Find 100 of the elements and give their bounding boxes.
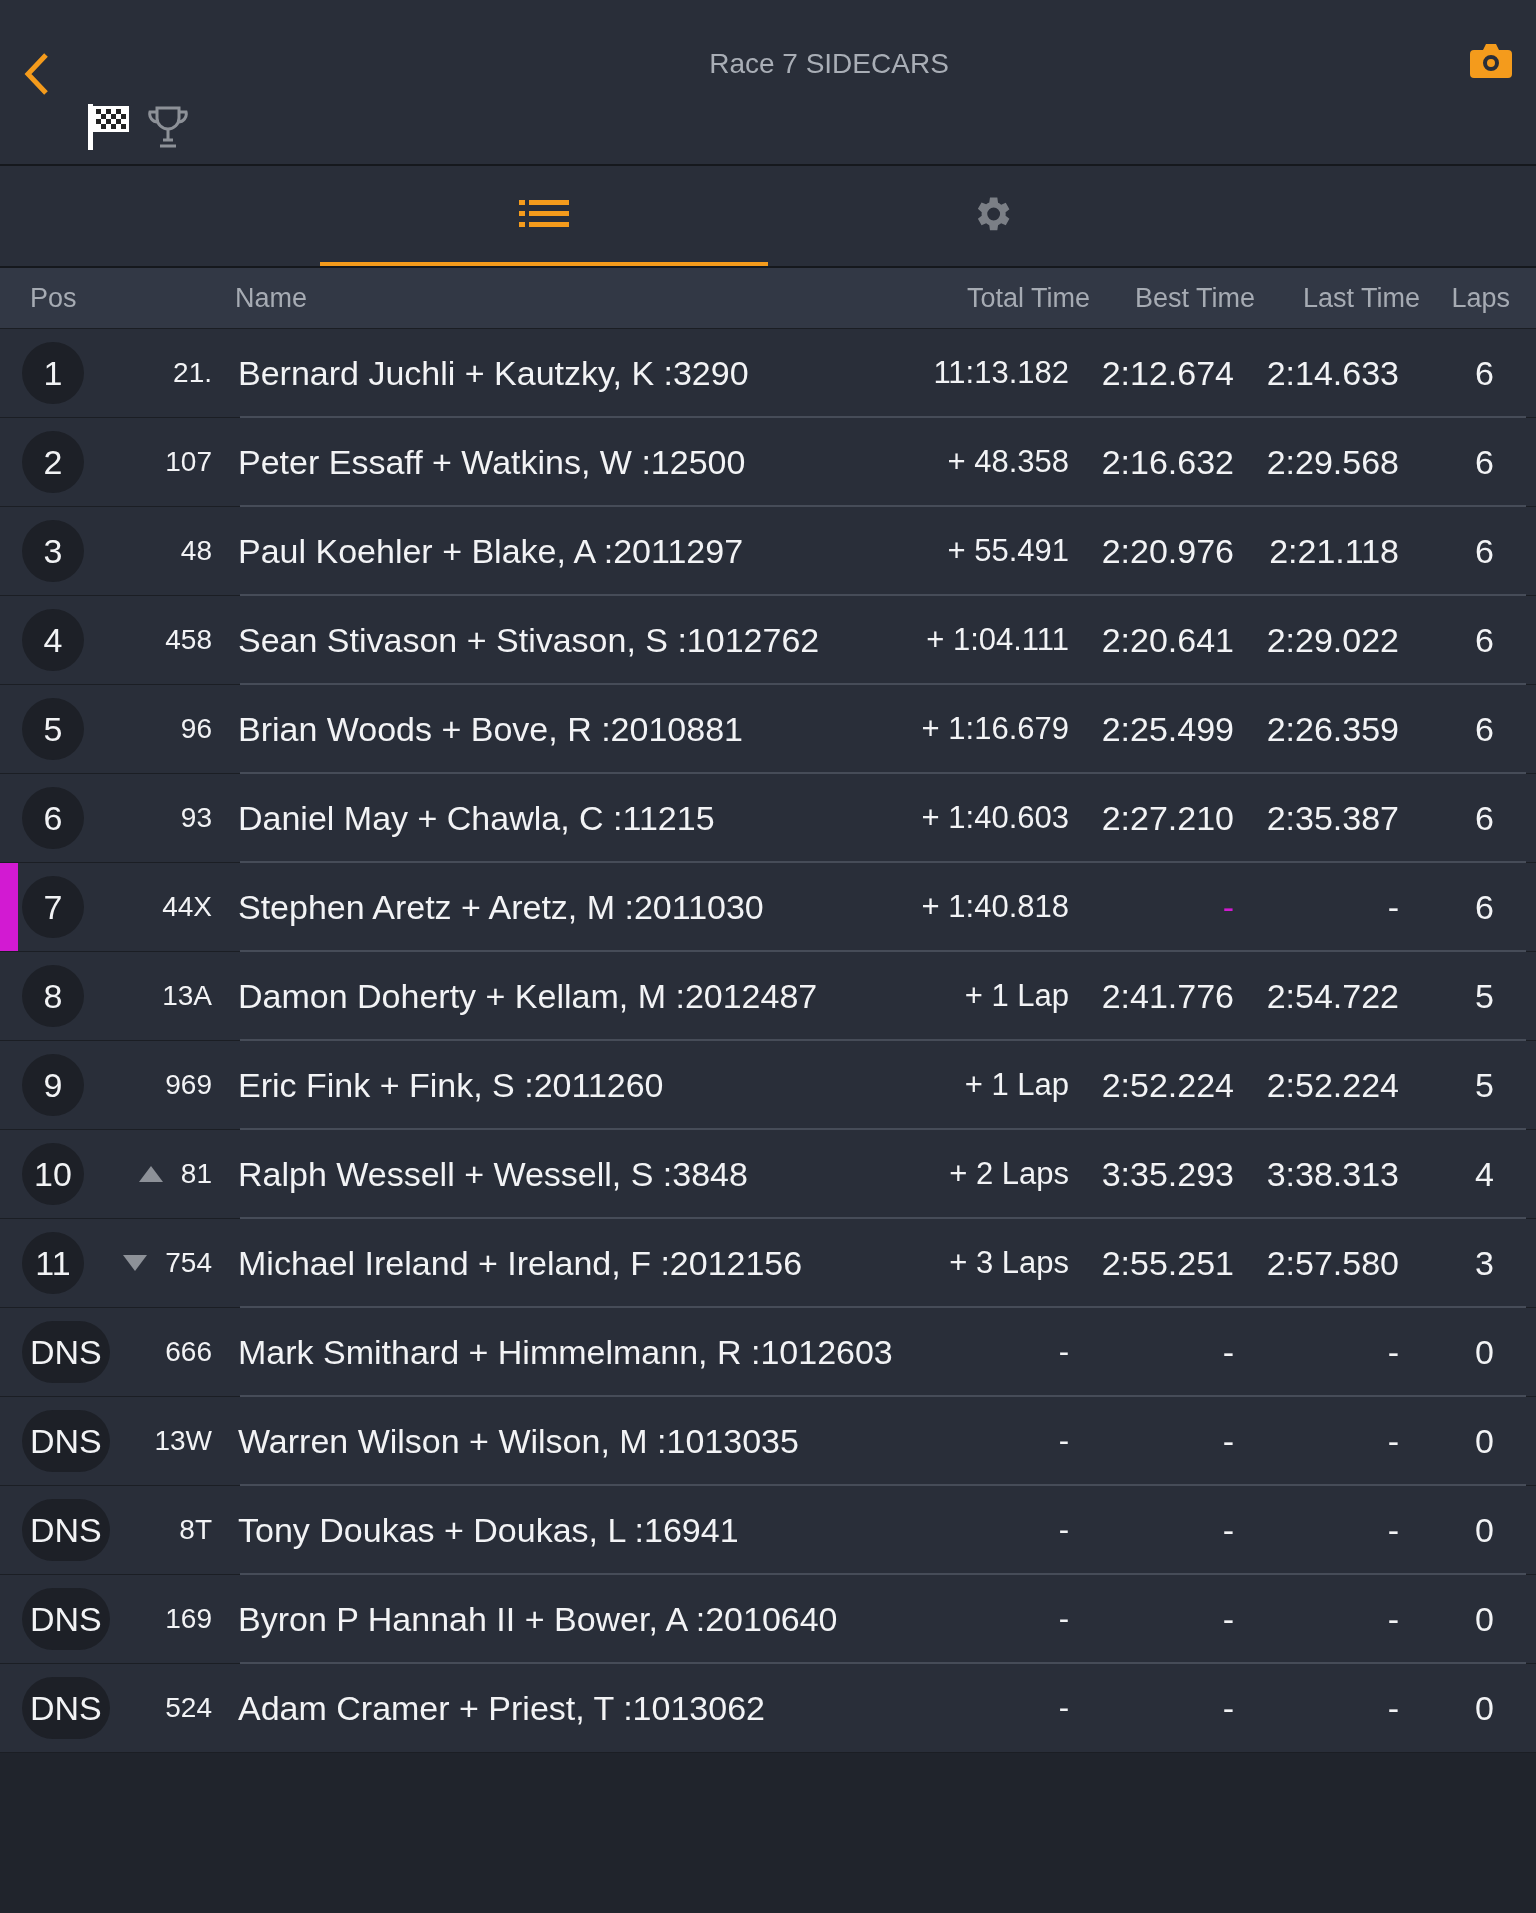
rider-name: Warren Wilson + Wilson, M :1013035 — [237, 1421, 800, 1461]
total-time: + 3 Laps — [948, 1244, 1070, 1282]
total-time: + 55.491 — [946, 532, 1070, 570]
best-time: 2:20.976 — [1100, 531, 1235, 571]
bike-number: 666 — [165, 1336, 212, 1368]
best-time: - — [1221, 887, 1235, 927]
bike-number: 81 — [180, 1158, 212, 1190]
total-time: 11:13.182 — [932, 354, 1070, 392]
best-time: 2:12.674 — [1100, 353, 1235, 393]
laps-count: 4 — [1474, 1154, 1495, 1194]
rider-name: Adam Cramer + Priest, T :1013062 — [237, 1688, 766, 1728]
total-time: + 2 Laps — [948, 1155, 1070, 1193]
rider-name: Bernard Juchli + Kautzky, K :3290 — [237, 353, 750, 393]
rider-name: Ralph Wessell + Wessell, S :3848 — [237, 1154, 749, 1194]
last-time: - — [1386, 1421, 1400, 1461]
last-time: 2:26.359 — [1265, 709, 1400, 749]
position-badge: 9 — [22, 1054, 84, 1116]
last-time: 2:52.224 — [1265, 1065, 1400, 1105]
position-badge: 8 — [22, 965, 84, 1027]
bike-number: 13W — [154, 1425, 212, 1457]
best-time: 2:41.776 — [1100, 976, 1235, 1016]
position-badge: 3 — [22, 520, 84, 582]
bike-number: 21. — [173, 357, 212, 389]
best-time: - — [1221, 1510, 1235, 1550]
bike-number: 8T — [179, 1514, 212, 1546]
rider-name: Byron P Hannah II + Bower, A :2010640 — [237, 1599, 839, 1639]
bike-number: 96 — [180, 713, 212, 745]
best-time: 2:25.499 — [1100, 709, 1235, 749]
bike-number: 969 — [165, 1069, 212, 1101]
rider-name: Eric Fink + Fink, S :2011260 — [237, 1065, 665, 1105]
best-time: 2:52.224 — [1100, 1065, 1235, 1105]
total-time: + 1:40.818 — [920, 888, 1070, 926]
trophy-icon[interactable] — [148, 106, 188, 148]
laps-count: 5 — [1474, 976, 1495, 1016]
best-time: 2:16.632 — [1100, 442, 1235, 482]
position-badge: 1 — [22, 342, 84, 404]
column-header: Last Time — [1301, 282, 1421, 314]
camera-icon[interactable] — [1470, 44, 1512, 78]
best-time: - — [1221, 1688, 1235, 1728]
best-time: - — [1221, 1332, 1235, 1372]
position-badge: DNS — [22, 1410, 110, 1472]
total-time: + 48.358 — [946, 443, 1070, 481]
bike-number: 13A — [162, 980, 212, 1012]
laps-count: 6 — [1474, 798, 1495, 838]
bike-number: 458 — [165, 624, 212, 656]
rider-name: Sean Stivason + Stivason, S :1012762 — [237, 620, 821, 660]
total-time: - — [1057, 1422, 1070, 1460]
bike-number: 169 — [165, 1603, 212, 1635]
column-header: Name — [234, 282, 309, 314]
last-time: 2:21.118 — [1268, 531, 1400, 571]
rider-name: Daniel May + Chawla, C :11215 — [237, 798, 716, 838]
laps-count: 0 — [1474, 1421, 1495, 1461]
laps-count: 6 — [1474, 353, 1495, 393]
total-time: + 1:16.679 — [920, 710, 1070, 748]
position-badge: DNS — [22, 1588, 110, 1650]
bike-number: 524 — [165, 1692, 212, 1724]
last-time: - — [1386, 1332, 1400, 1372]
last-time: - — [1386, 1688, 1400, 1728]
position-badge: 2 — [22, 431, 84, 493]
laps-count: 0 — [1474, 1688, 1495, 1728]
back-icon[interactable] — [24, 52, 50, 96]
last-time: - — [1386, 1510, 1400, 1550]
rider-name: Stephen Aretz + Aretz, M :2011030 — [237, 887, 765, 927]
total-time: + 1 Lap — [963, 1066, 1070, 1104]
checkered-flag-icon[interactable] — [88, 104, 130, 150]
position-badge: 10 — [22, 1143, 84, 1205]
best-time: 2:20.641 — [1100, 620, 1235, 660]
position-badge: 11 — [22, 1232, 84, 1294]
rider-name: Peter Essaff + Watkins, W :12500 — [237, 442, 747, 482]
laps-count: 0 — [1474, 1599, 1495, 1639]
last-time: 3:38.313 — [1265, 1154, 1400, 1194]
rider-name: Brian Woods + Bove, R :2010881 — [237, 709, 744, 749]
total-time: + 1:04.111 — [925, 621, 1070, 659]
laps-count: 6 — [1474, 709, 1495, 749]
last-time: 2:35.387 — [1265, 798, 1400, 838]
best-time: - — [1221, 1599, 1235, 1639]
up-triangle-icon — [138, 1166, 163, 1182]
laps-count: 0 — [1474, 1332, 1495, 1372]
best-time: 2:27.210 — [1100, 798, 1235, 838]
list-icon — [519, 198, 569, 230]
last-time: 2:14.633 — [1265, 353, 1400, 393]
column-header: Total Time — [965, 282, 1091, 314]
position-badge: 4 — [22, 609, 84, 671]
bike-number: 93 — [180, 802, 212, 834]
position-badge: 7 — [22, 876, 84, 938]
laps-count: 5 — [1474, 1065, 1495, 1105]
laps-count: 6 — [1474, 531, 1495, 571]
total-time: - — [1057, 1689, 1070, 1727]
last-time: - — [1386, 887, 1400, 927]
bike-number: 754 — [165, 1247, 212, 1279]
race-title: Race 7 SIDECARS — [708, 47, 950, 81]
total-time: + 1 Lap — [963, 977, 1070, 1015]
total-time: - — [1057, 1511, 1070, 1549]
best-time: - — [1221, 1421, 1235, 1461]
rider-name: Tony Doukas + Doukas, L :16941 — [237, 1510, 740, 1550]
last-time: - — [1386, 1599, 1400, 1639]
best-time: 2:55.251 — [1100, 1243, 1235, 1283]
laps-count: 0 — [1474, 1510, 1495, 1550]
column-header: Best Time — [1133, 282, 1256, 314]
position-badge: 5 — [22, 698, 84, 760]
